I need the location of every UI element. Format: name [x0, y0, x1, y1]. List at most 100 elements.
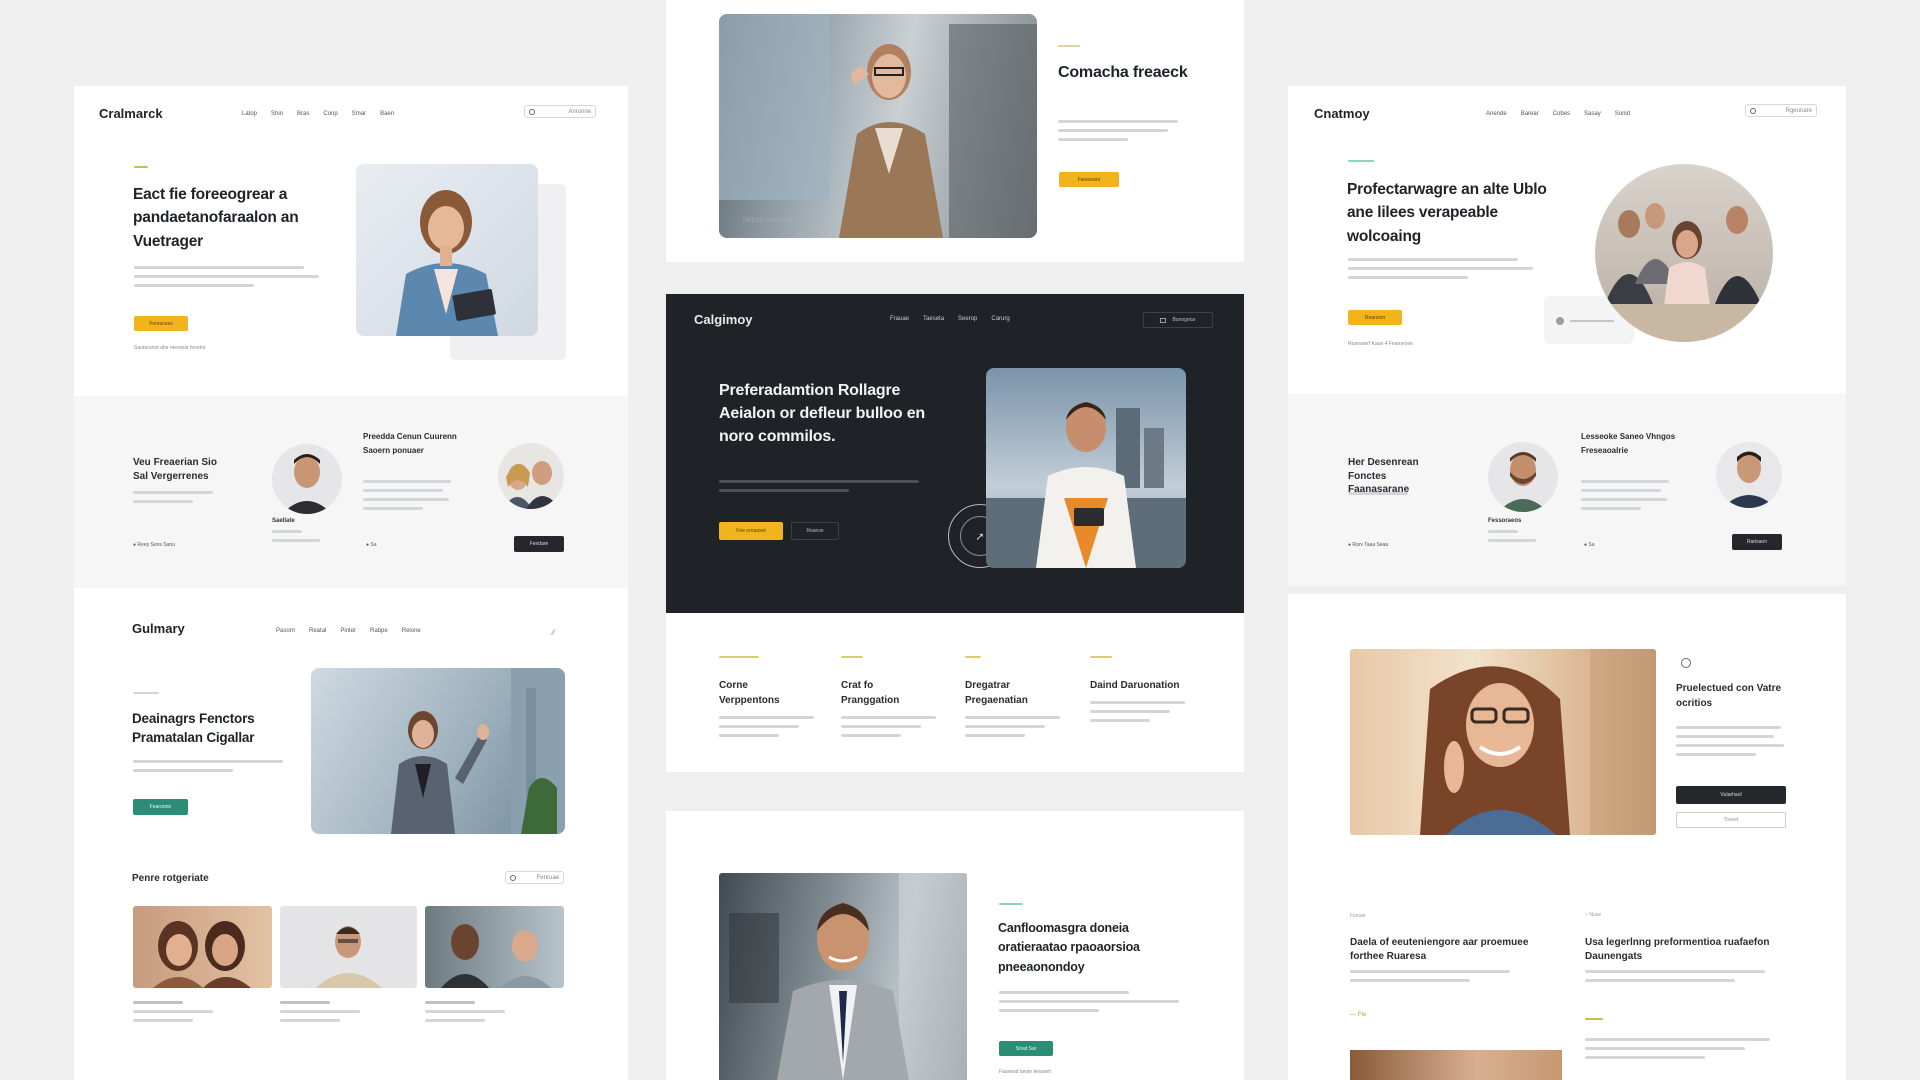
gallery-search-input[interactable]: Fenruae — [505, 871, 564, 884]
card-right-mid: Her Desenrean Fonctes Faanasarane Fessor… — [1288, 394, 1846, 586]
meta-right: ● Sa — [366, 542, 377, 548]
nav-item[interactable]: Pasorn — [276, 628, 295, 634]
top-nav: Anende Barear Cobes Sasay Sonid — [1486, 111, 1630, 117]
window-icon — [1160, 317, 1167, 323]
secondary-action-button[interactable]: Toseet — [1676, 812, 1786, 828]
feature-item: Daind Daruonation — [1090, 656, 1200, 728]
smiling-man-suit-photo — [719, 873, 967, 1080]
menu-icon[interactable]: ∕∕ — [552, 628, 555, 637]
feature-item: Dregatrar Pregaenatian — [965, 656, 1075, 743]
nav-item[interactable]: Smar — [352, 111, 366, 117]
search-icon — [1750, 107, 1756, 114]
nav-item[interactable]: Relone — [402, 628, 421, 634]
search-input[interactable]: Rgeunare — [1745, 104, 1817, 117]
nav-item[interactable]: Conp — [323, 111, 337, 117]
nav-item[interactable]: Pinter — [340, 628, 356, 634]
brand-logo[interactable]: Gulmary — [132, 621, 185, 636]
brand-logo[interactable]: Calgimoy — [694, 312, 753, 327]
couple-avatar — [498, 443, 564, 509]
nav-item[interactable]: Latop — [242, 111, 257, 117]
card-mid-dark-hero: Calgimoy Frauae Taeseta Seerop Carurg Ba… — [666, 294, 1244, 613]
nav-item[interactable]: Baen — [380, 111, 394, 117]
hero-footnote: Faanesd tanse lenasetr — [999, 1069, 1052, 1075]
column-title: Usa legerlnng preformentioa ruafaefon Da… — [1585, 937, 1770, 962]
card-mid-features: Corne Verppentons Crat fo Pranggation Dr… — [666, 613, 1244, 772]
hero-primary-button[interactable]: Frie ornaaset — [719, 522, 783, 540]
hero-cta-button[interactable]: Srvat Sar — [999, 1041, 1053, 1056]
nav-item[interactable]: Carurg — [991, 316, 1009, 322]
presenter-office-photo — [311, 668, 565, 834]
hero-cta-button[interactable]: Fearoone — [133, 799, 188, 815]
eyebrow-accent — [999, 903, 1023, 905]
card-mid-bottom: Canfloomasgra doneia oratieraatao rpaoao… — [666, 811, 1244, 1080]
photo-caption: TIREDD DAN AND — [742, 218, 793, 224]
feature-item: Crat fo Pranggation — [841, 656, 951, 743]
nav-item[interactable]: Barear — [1521, 111, 1539, 117]
search-input[interactable]: Anrunne — [524, 105, 596, 118]
search-icon — [510, 874, 516, 881]
nav-item[interactable]: Rabpe — [370, 628, 388, 634]
nav-item[interactable]: Bras — [297, 111, 309, 117]
section-action-button[interactable]: Fendare — [514, 536, 564, 552]
brand-logo[interactable]: Cnatmoy — [1314, 106, 1370, 121]
man-tablet-photo — [986, 368, 1186, 568]
hero-cta-button[interactable]: Reanoon — [1348, 310, 1402, 325]
eyebrow-accent — [1585, 1018, 1603, 1020]
person-label: Saellate — [272, 518, 295, 524]
hero-secondary-button[interactable]: Reanse — [791, 522, 839, 540]
hero-footnote: Roanarerf Kaue 4 Fearneone — [1348, 341, 1414, 347]
nav-item[interactable]: Shin — [271, 111, 283, 117]
hero-headline: Preferadamtion Rollagre Aeialon or defle… — [719, 382, 925, 446]
brand-logo[interactable]: Cralmarck — [99, 106, 163, 121]
mid-heading: Lesseoke Saneo Vhngos Freseaoalrie — [1581, 432, 1676, 455]
nav-item[interactable]: Anende — [1486, 111, 1507, 117]
woman-tablet-photo — [356, 164, 538, 336]
nav-item[interactable]: Cobes — [1553, 111, 1570, 117]
eyebrow-accent — [1058, 45, 1080, 47]
card-left-mid: Veu Freaerian Sio Sal Vergerrenes Saella… — [74, 396, 628, 588]
user-icon — [1681, 658, 1691, 668]
column-title: Daela of eeuteniengore aar proemuee fort… — [1350, 937, 1529, 962]
read-more-link[interactable]: — Fte — [1350, 1012, 1366, 1018]
nav-item[interactable]: Frauae — [890, 316, 909, 322]
meta-right: ● Sa — [1584, 542, 1595, 548]
eyebrow-accent — [134, 166, 148, 168]
nav-item[interactable]: Taeseta — [923, 316, 944, 322]
primary-action-button[interactable]: Vutarhaol — [1676, 786, 1786, 804]
nav-item[interactable]: Sasay — [1584, 111, 1601, 117]
gallery-photo-meeting — [425, 906, 564, 988]
top-nav: Latop Shin Bras Conp Smar Baen — [242, 111, 394, 117]
eyebrow-accent — [1348, 160, 1374, 162]
mid-heading: Preedda Cenun Cuurenn Saoern ponuaer — [363, 432, 457, 455]
tag-left: Forcae — [1350, 913, 1366, 919]
hero-cta-button[interactable]: Foreucess — [134, 316, 188, 331]
man-portrait-avatar — [272, 444, 342, 514]
nav-item[interactable]: Seerop — [958, 316, 977, 322]
gallery-section-title: Penre rotgeriate — [132, 873, 209, 884]
card-left-bottom: Gulmary Pasorn Reatal Pinter Rabpe Relon… — [74, 588, 628, 1080]
hero-headline: Profectarwagre an alte Ublo ane lilees v… — [1347, 181, 1547, 245]
woman-glasses-window-photo — [719, 14, 1037, 238]
side-heading: Pruelectued con Vatre ocritios — [1676, 683, 1782, 709]
nav-action-button[interactable]: Banogetar — [1143, 312, 1213, 328]
card-mid-top: TIREDD DAN AND Comacha freaeck Fareseare — [666, 0, 1244, 262]
hero-headline: Comacha freaeck — [1058, 64, 1188, 81]
hero-footnote: Saoreranot ahe nerearar fonetre — [134, 345, 206, 351]
section-action-button[interactable]: Rarisaon — [1732, 534, 1782, 550]
section-paragraph — [133, 491, 223, 509]
nav-item[interactable]: Sonid — [1615, 111, 1630, 117]
card-right-bottom: Pruelectued con Vatre ocritios Vutarhaol… — [1288, 594, 1846, 1080]
top-nav: Frauae Taeseta Seerop Carurg — [890, 316, 1010, 322]
card-left-top: Cralmarck Latop Shin Bras Conp Smar Baen… — [74, 86, 628, 396]
nav-item[interactable]: Reatal — [309, 628, 326, 634]
section-title: Veu Freaerian Sio Sal Vergerrenes — [133, 457, 217, 482]
card-right-top: Cnatmoy Anende Barear Cobes Sasay Sonid … — [1288, 86, 1846, 394]
gallery-photo-two-women — [133, 906, 272, 988]
hero-paragraph — [134, 266, 324, 293]
man-glasses-avatar — [1716, 442, 1782, 508]
man-beard-avatar — [1488, 442, 1558, 512]
hero-headline: Eact fie foreeogrear a pandaetanofaraalo… — [133, 186, 299, 250]
hero-cta-button[interactable]: Fareseare — [1059, 172, 1119, 187]
search-icon — [529, 108, 535, 115]
bottom-preview-photo — [1350, 1050, 1562, 1080]
